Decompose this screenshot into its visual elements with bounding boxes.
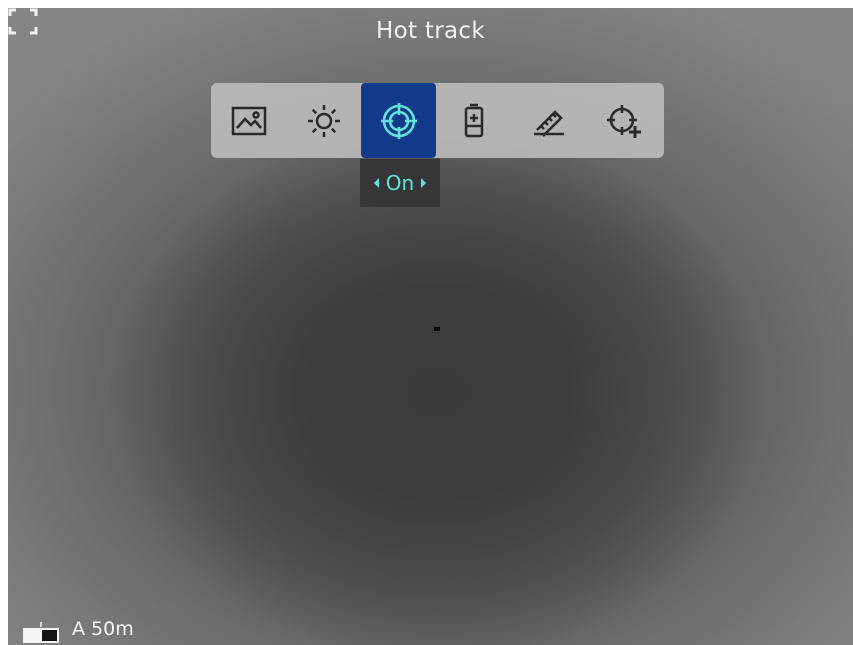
ruler-icon (533, 109, 564, 137)
tool-brightness[interactable] (286, 83, 361, 158)
arrow-right-icon[interactable] (421, 178, 427, 188)
battery-icon (23, 622, 59, 643)
tool-hot-track[interactable] (361, 83, 436, 158)
value-selector[interactable]: On (360, 159, 440, 207)
range-readout: A 50m (72, 618, 134, 640)
crosshair-add-icon (606, 104, 641, 138)
thermal-view: Hot track On A 50m (8, 8, 853, 645)
battery-plus-icon (464, 103, 483, 137)
value-label: On (385, 171, 415, 195)
tool-image-mode[interactable] (211, 83, 286, 158)
center-reticle (434, 327, 440, 331)
brightness-icon (307, 104, 340, 137)
tool-zeroing[interactable] (586, 83, 661, 158)
tool-ruler[interactable] (511, 83, 586, 158)
image-mode-icon (231, 106, 266, 135)
menu-toolbar (211, 83, 664, 158)
arrow-left-icon[interactable] (373, 178, 379, 188)
tool-battery[interactable] (436, 83, 511, 158)
page-title: Hot track (376, 18, 485, 44)
hot-track-icon (380, 102, 417, 139)
